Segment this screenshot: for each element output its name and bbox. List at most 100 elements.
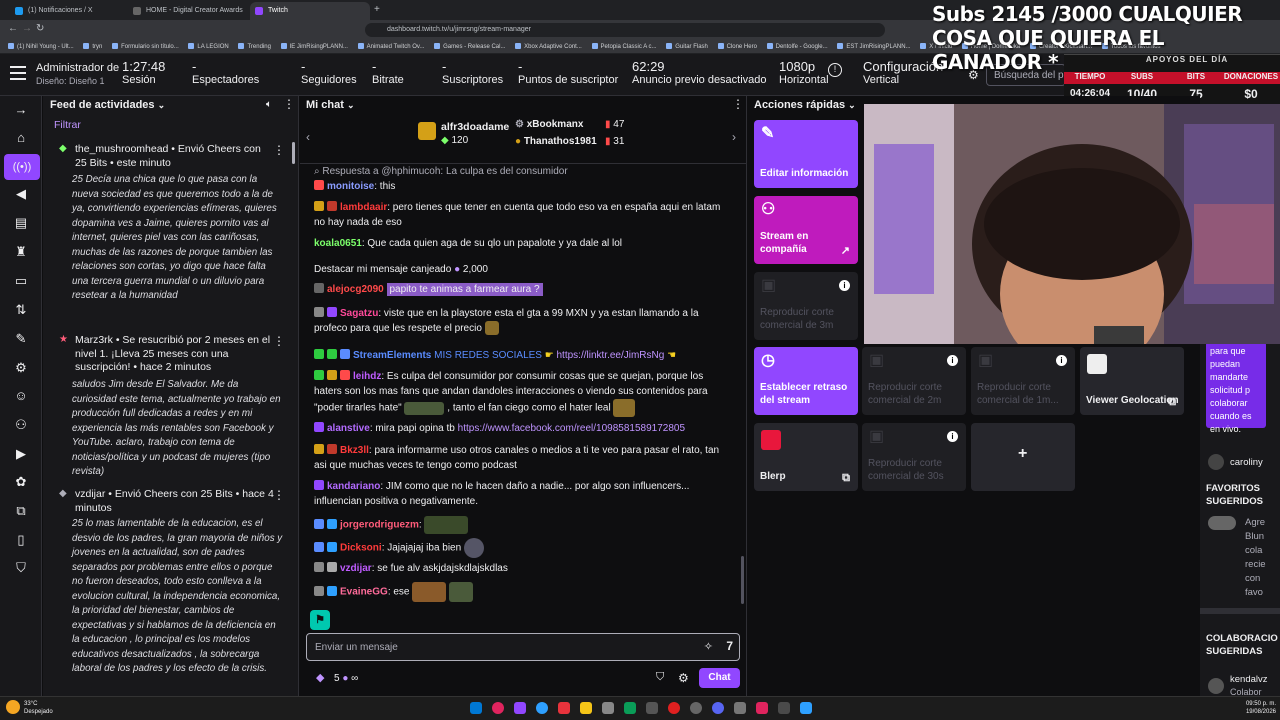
ad-3m-action[interactable]: ▣ i Reproducir corte comercial de 3m [754,272,858,340]
folder-icon[interactable] [580,702,592,714]
pen-icon[interactable]: ✎ [13,331,29,347]
bookmark[interactable]: EST JimRisingPLANN... [837,43,910,50]
chat-username[interactable]: monitoise [327,181,374,192]
blerp-action[interactable]: Blerp ⧉ [754,423,858,491]
forward-icon[interactable]: → [22,23,32,34]
info-icon[interactable]: i [947,431,958,442]
ad-30s-action[interactable]: ▣ i Reproducir corte comercial de 30s [862,423,966,491]
chat-link[interactable]: https://linktr.ee/JimRsNg [557,350,665,361]
chat-username[interactable]: lambdaair [340,202,387,213]
app-icon[interactable] [734,702,746,714]
leader-2[interactable]: ⚙ xBookmanx [515,119,583,130]
more-icon[interactable]: ⋮ [273,143,285,157]
edit-info-action[interactable]: ✎ Editar información [754,120,858,188]
extensions-icon[interactable]: ⧉ [13,503,29,519]
weather-widget[interactable]: 33°C Despejado [24,700,53,716]
send-chat-button[interactable]: Chat [699,668,740,688]
reload-icon[interactable]: ↻ [36,23,44,34]
expand-icon[interactable]: → [13,102,29,118]
chat-title[interactable]: Mi chat ⌄ [306,99,355,111]
channel-points-count[interactable]: 5 ● ∞ [334,673,358,684]
badge-icon[interactable]: ✿ [13,474,29,490]
chat-username[interactable]: koala0651 [314,238,362,249]
users-icon[interactable]: ⚇ [13,417,29,433]
chat-username[interactable]: alejocg2090 [327,284,384,295]
speaker-icon[interactable]: 🔈︎ [266,99,272,110]
chevron-left-icon[interactable]: ‹ [306,130,310,144]
app-icon[interactable] [492,702,504,714]
leader-name[interactable]: alfr3doadame [441,121,509,133]
app-icon[interactable] [624,702,636,714]
url-field[interactable]: dashboard.twitch.tv/u/jimrsng/stream-man… [365,23,885,37]
info-icon[interactable]: i [1056,355,1067,366]
app-icon[interactable] [602,702,614,714]
h-scrollbar[interactable] [1200,608,1280,614]
windows-start-icon[interactable] [470,702,482,714]
creator-camp-icon[interactable]: ⇅ [13,302,29,318]
bookmark[interactable]: Petopia Classic A c... [592,43,657,50]
obs-icon[interactable] [690,702,702,714]
layout-label[interactable]: Diseño: Diseño 1 [36,76,105,86]
chat-username[interactable]: Dicksoni [340,543,382,554]
twitch-icon[interactable] [514,702,526,714]
bookmark[interactable]: Games - Release Cal... [434,43,505,50]
settings-icon[interactable]: ⚙ [678,671,689,685]
streamelements-icon[interactable]: ⚑ [310,610,330,630]
app-icon[interactable] [668,702,680,714]
browser-tab-3[interactable]: Twitch [250,2,370,20]
cheer-icon[interactable]: ✧ [704,640,713,653]
user-name[interactable]: caroliny [1230,457,1263,468]
info-icon[interactable]: ! [828,63,842,77]
bookmark[interactable]: tryn [83,43,102,50]
chat-link[interactable]: https://www.facebook.com/reel/1098581589… [458,423,685,434]
filter-link[interactable]: Filtrar [54,119,81,131]
content-icon[interactable]: ▭ [13,273,29,289]
video-icon[interactable]: ▶ [13,446,29,462]
leader-3[interactable]: ● Thanathos1981 [515,136,597,147]
chat-username[interactable]: jorgerodriguezm [340,520,419,531]
more-icon[interactable]: ⋮ [732,97,744,111]
chat-username[interactable]: kandariano [327,481,380,492]
smile-icon[interactable]: ☺ [13,388,29,404]
bookmark[interactable]: Clone Hero [718,43,757,50]
bookmark[interactable]: Formulario sin título... [112,43,179,50]
add-action-button[interactable]: + [971,423,1075,491]
new-tab-button[interactable]: + [374,4,380,15]
brave-icon[interactable] [558,702,570,714]
chat-username[interactable]: Sagatzu [340,308,378,319]
stream-together-action[interactable]: ⚇ Stream en compañía ↗ [754,196,858,264]
bookmark[interactable]: Trending [238,43,270,50]
shield-icon[interactable]: ⛉ [656,671,664,684]
bookmark[interactable]: IE JimRisingPLANN... [281,43,348,50]
more-icon[interactable]: ⋮ [283,97,295,111]
home-icon[interactable]: ⌂ [13,130,29,146]
bookmark[interactable]: LA LEGION [188,43,228,50]
chat-username[interactable]: vzdijar [340,563,372,574]
stream-manager-icon[interactable]: ((•)) [4,154,40,180]
info-icon[interactable]: i [839,280,850,291]
viewer-geolocation-action[interactable]: Viewer Geolocation ⧉ [1080,347,1184,415]
scrollbar[interactable] [741,556,744,604]
community-icon[interactable]: ♜ [13,244,29,260]
chat-username[interactable]: StreamElements [353,350,431,361]
settings-icon[interactable]: ⚙ [13,360,29,376]
info-icon[interactable]: i [947,355,958,366]
avatar[interactable] [1208,678,1224,694]
bookmark[interactable]: Guitar Flash [666,43,708,50]
megaphone-icon[interactable]: ◀ [13,186,29,202]
bookmark[interactable]: Xbox Adaptive Cont... [515,43,582,50]
weather-icon[interactable] [6,700,20,714]
browser-tab-1[interactable]: (1) Notificaciones / X [10,2,128,20]
ad-2m-action[interactable]: ▣ i Reproducir corte comercial de 2m [862,347,966,415]
clock[interactable]: 09:50 p. m. 19/08/2026 [1206,700,1276,716]
menu-icon[interactable] [10,66,26,80]
app-icon[interactable] [646,702,658,714]
shield-icon[interactable]: ⛉ [13,560,29,576]
back-icon[interactable]: ← [8,23,18,34]
book-icon[interactable]: ▯ [13,532,29,548]
analytics-icon[interactable]: ▤ [13,215,29,231]
ad-1m-action[interactable]: ▣ i Reproducir corte comercial de 1m... [971,347,1075,415]
chat-username[interactable]: alanstive [327,423,370,434]
chat-username[interactable]: Bkz3ll [340,445,369,456]
user-name[interactable]: kendalvz [1230,674,1268,685]
